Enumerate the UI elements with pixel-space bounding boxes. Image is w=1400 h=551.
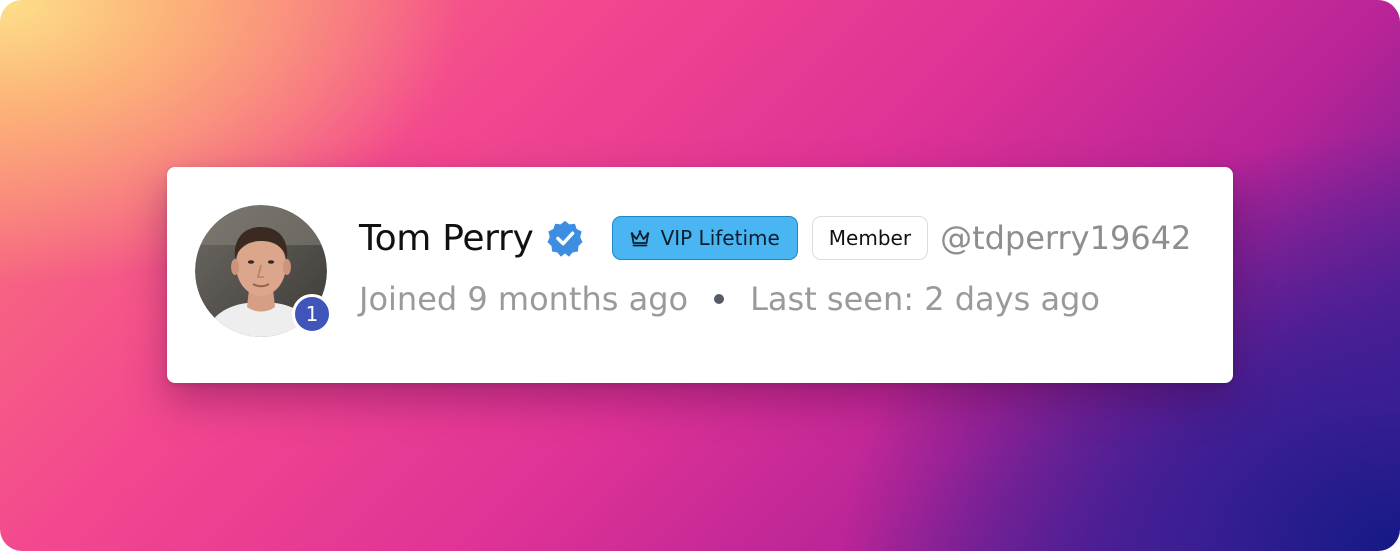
user-name[interactable]: Tom Perry — [359, 218, 534, 259]
joined-text: Joined 9 months ago — [359, 280, 689, 318]
avatar-container[interactable]: 1 — [195, 205, 332, 337]
separator-dot — [714, 294, 725, 304]
vip-badge-label: VIP Lifetime — [660, 226, 780, 250]
notification-count-badge: 1 — [292, 294, 332, 334]
verified-check-badge-icon — [547, 220, 583, 257]
member-badge-label: Member — [828, 226, 912, 250]
vip-lifetime-badge[interactable]: VIP Lifetime — [611, 216, 798, 260]
user-handle[interactable]: @tdperry19642 — [940, 219, 1191, 257]
profile-header-row: Tom Perry VIP Lifetime Member @tdperry19… — [359, 215, 1191, 261]
crown-icon — [630, 230, 649, 247]
profile-meta-row: Joined 9 months ago Last seen: 2 days ag… — [359, 277, 1100, 321]
member-badge[interactable]: Member — [811, 216, 929, 260]
gradient-background: 1 Tom Perry VIP Lifetime Member @tdperry… — [0, 0, 1400, 551]
user-profile-card: 1 Tom Perry VIP Lifetime Member @tdperry… — [167, 167, 1233, 383]
last-seen-text: Last seen: 2 days ago — [750, 280, 1100, 318]
